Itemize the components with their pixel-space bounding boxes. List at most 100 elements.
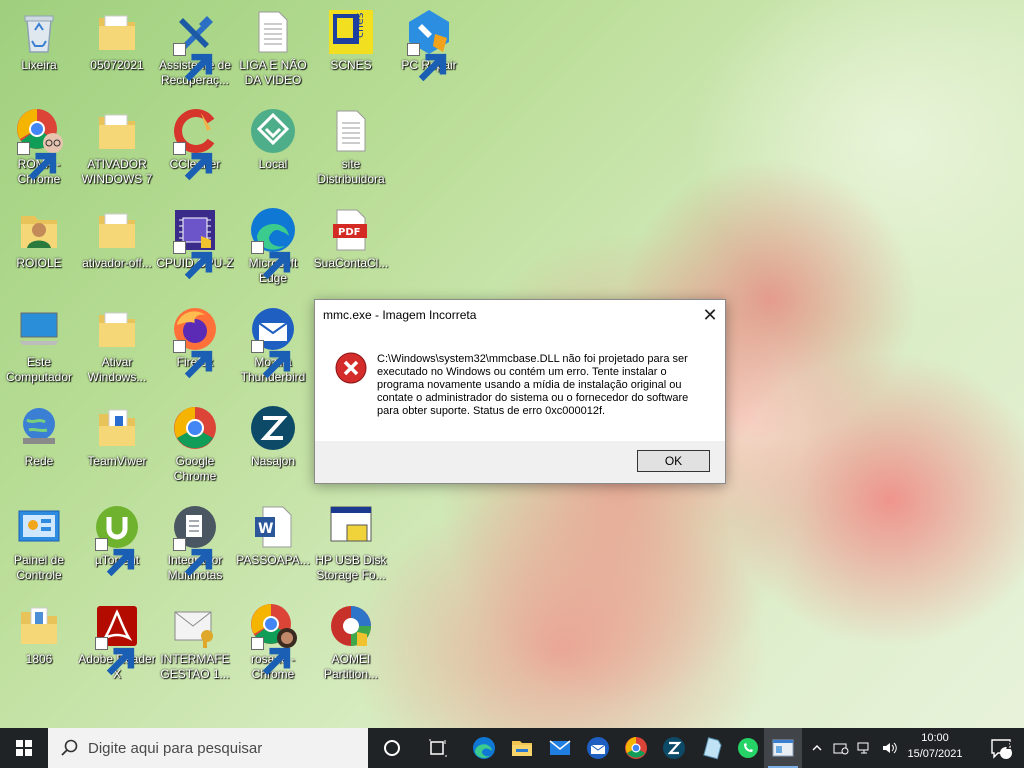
chrome-icon (171, 404, 219, 452)
desktop-icon-aomei-partition[interactable]: AOMEI Partition... (312, 594, 390, 686)
desktop-icon-ativar-windows[interactable]: Ativar Windows... (78, 297, 156, 389)
mail-icon (549, 740, 571, 755)
desktop-icon-painel-de-controle[interactable]: Painel de Controle (0, 495, 78, 587)
notification-count-badge: 2 (1005, 740, 1013, 752)
volume-icon[interactable] (880, 738, 898, 758)
desktop-icon-label: ATIVADOR WINDOWS 7 (81, 157, 153, 186)
desktop-icon-passoapa[interactable]: W PASSOAPA... (234, 495, 312, 587)
desktop-icon-hp-usb-disk[interactable]: HP USB Disk Storage Fo... (312, 495, 390, 587)
user-folder-icon (15, 206, 63, 254)
desktop-icon-label: Google Chrome (173, 454, 217, 483)
shortcut-arrow-icon (173, 340, 213, 379)
show-hidden-icons-chevron-icon[interactable] (808, 738, 826, 758)
notification-center-button[interactable]: 2 (978, 728, 1024, 768)
tray-app-icon[interactable] (832, 738, 850, 758)
desktop-icon-teamviwer[interactable]: TeamViwer (78, 396, 156, 488)
shortcut-arrow-icon (173, 43, 213, 82)
network-icon[interactable] (856, 738, 874, 758)
word-doc-icon: W (249, 503, 297, 551)
whatsapp-icon (738, 738, 758, 758)
desktop-icon-label: Local (258, 157, 288, 171)
desktop-icon-utorrent[interactable]: µTorrent (78, 495, 156, 587)
taskbar: Digite aqui para pesquisar 10:00 15/07/2… (0, 728, 1024, 768)
local-app-icon (249, 107, 297, 155)
desktop-icon-local[interactable]: Local (234, 99, 312, 191)
desktop-icon-label: PASSOAPA... (236, 553, 310, 567)
taskbar-mmc-button[interactable] (764, 728, 802, 768)
desktop-icon-firefox[interactable]: Firefox (156, 297, 234, 389)
desktop-icon-1806[interactable]: 1806 (0, 594, 78, 686)
shortcut-arrow-icon (251, 241, 291, 280)
desktop-icon-label: Lixeira (21, 58, 57, 72)
desktop-icon-integrador-multinotas[interactable]: Integrador Multinotas (156, 495, 234, 587)
desktop-icon-intermafe-gestao[interactable]: INTERMAFE GESTAO 1... (156, 594, 234, 686)
mmc-icon (772, 739, 794, 757)
integrador-icon (171, 503, 219, 577)
search-placeholder: Digite aqui para pesquisar (88, 739, 263, 757)
desktop-icon-este-computador[interactable]: Este Computador (0, 297, 78, 389)
shortcut-arrow-icon (251, 340, 291, 379)
desktop-icon-label: INTERMAFE GESTAO 1... (160, 652, 230, 681)
folder-icon (93, 305, 141, 353)
taskbar-whatsapp-button[interactable] (728, 728, 768, 768)
desktop-icon-microsoft-edge[interactable]: Microsoft Edge (234, 198, 312, 290)
cortana-icon[interactable] (370, 728, 414, 768)
desktop-icon-google-chrome[interactable]: Google Chrome (156, 396, 234, 488)
desktop-icon-rosane-chrome[interactable]: rosane - Chrome (234, 594, 312, 686)
desktop-icon-liga-e-nao-da-video[interactable]: LIGA E NÃO DA VIDEO (234, 0, 312, 92)
desktop-icon-label: TeamViwer (87, 454, 147, 468)
desktop-icon-nasajon[interactable]: Nasajon (234, 396, 312, 488)
desktop-icon-rede[interactable]: Rede (0, 396, 78, 488)
desktop-icon-cpuz[interactable]: CPUID CPU-Z (156, 198, 234, 290)
desktop-icon-lixeira[interactable]: Lixeira (0, 0, 78, 92)
desktop-icon-site-distribuidora[interactable]: site Distribuidora (312, 99, 390, 191)
task-view-icon[interactable] (416, 728, 460, 768)
shortcut-arrow-icon (17, 142, 57, 181)
chrome-profile-icon (15, 107, 63, 181)
folder-icon (93, 8, 141, 56)
text-file-icon (249, 8, 297, 56)
shortcut-arrow-icon (173, 538, 213, 577)
taskbar-clock[interactable]: 10:00 15/07/2021 (900, 730, 970, 766)
dialog-close-button[interactable]: ✕ (695, 300, 725, 330)
chrome-profile-icon (249, 602, 297, 676)
desktop-icon-label: Ativar Windows... (87, 355, 147, 384)
desktop-icon-label: AOMEI Partition... (323, 652, 379, 681)
clock-time: 10:00 (921, 732, 949, 744)
desktop-icon-ativador-off[interactable]: ativador-off... (78, 198, 156, 290)
desktop-icon-roma-chrome[interactable]: ROMA - Chrome (0, 99, 78, 191)
zip-folder-icon (15, 602, 63, 650)
shortcut-arrow-icon (95, 538, 135, 577)
desktop-icon-pc-repair[interactable]: PC Repair (390, 0, 468, 92)
desktop-icon-ativador-windows-7[interactable]: ATIVADOR WINDOWS 7 (78, 99, 156, 191)
desktop-icon-assistente-recuperacao[interactable]: Assistente de Recuperaç... (156, 0, 234, 92)
recovery-tools-icon (171, 8, 219, 82)
aomei-icon (327, 602, 375, 650)
desktop-icon-label: Este Computador (5, 355, 73, 384)
desktop-icon-ccleaner[interactable]: CCleaner (156, 99, 234, 191)
shortcut-arrow-icon (95, 637, 135, 676)
search-icon (61, 739, 78, 756)
desktop-icon-05072021[interactable]: 05072021 (78, 0, 156, 92)
shortcut-arrow-icon (173, 142, 213, 181)
nasajon-icon (249, 404, 297, 452)
edge-icon (473, 737, 495, 759)
desktop-icon-suacontacl[interactable]: PDF SuaContaCl... (312, 198, 390, 290)
desktop-icon-scnes[interactable]: cnes SCNES (312, 0, 390, 92)
desktop-icon-roiole[interactable]: ROIOLE (0, 198, 78, 290)
desktop-icon-adobe-reader-x[interactable]: Adobe Reader X (78, 594, 156, 686)
ok-button[interactable]: OK (637, 450, 710, 472)
thunderbird-icon (587, 737, 609, 759)
pc-repair-icon (405, 8, 453, 82)
windows-logo-icon (16, 740, 32, 756)
utorrent-icon (93, 503, 141, 577)
desktop-icon-label: ROIOLE (16, 256, 62, 270)
pdf-file-icon: PDF (327, 206, 375, 254)
taskbar-search-box[interactable]: Digite aqui para pesquisar (48, 728, 368, 768)
file-explorer-icon (512, 741, 532, 756)
start-button[interactable] (0, 728, 48, 768)
teamviewer-folder-icon (93, 404, 141, 452)
clock-date: 15/07/2021 (907, 748, 963, 760)
computer-icon (15, 305, 63, 353)
desktop-icon-mozilla-thunderbird[interactable]: Mozilla Thunderbird (234, 297, 312, 389)
